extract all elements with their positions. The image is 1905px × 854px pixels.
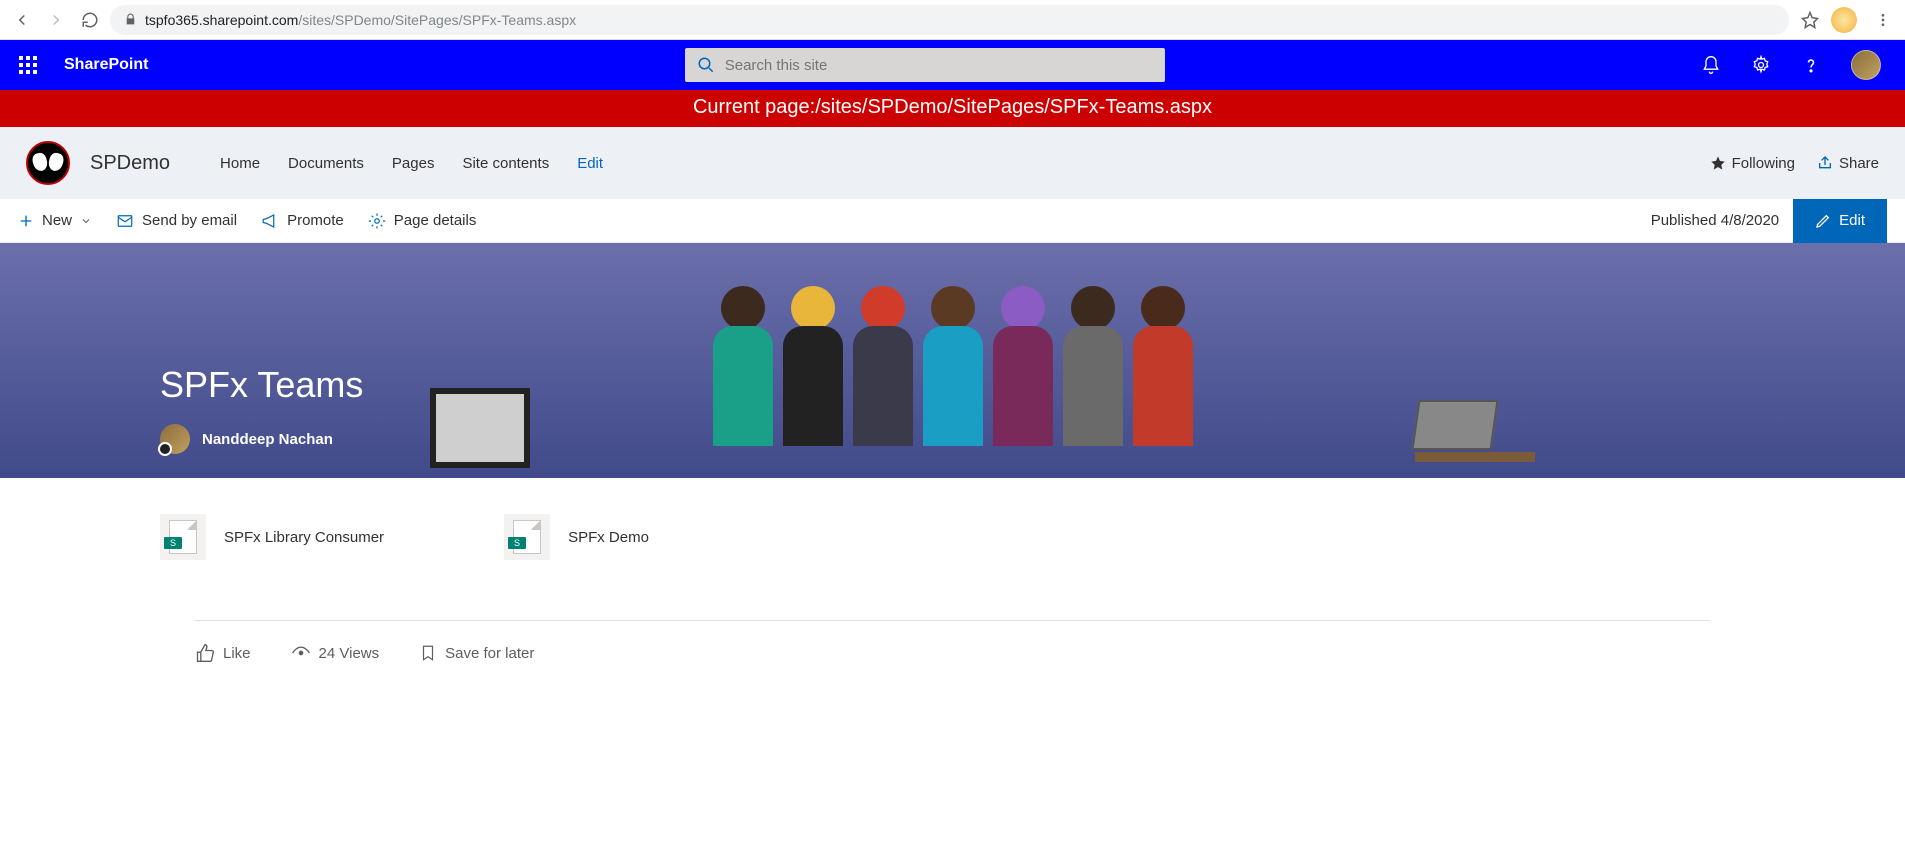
- reload-icon: [81, 11, 99, 29]
- lock-icon: [124, 13, 137, 26]
- follow-button[interactable]: Following: [1710, 155, 1795, 172]
- notifications-button[interactable]: [1701, 55, 1721, 75]
- link-label: SPFx Library Consumer: [224, 529, 384, 546]
- share-icon: [1817, 155, 1833, 171]
- search-input[interactable]: [725, 57, 1153, 74]
- plus-icon: [18, 213, 34, 229]
- edit-button[interactable]: Edit: [1793, 199, 1887, 243]
- quick-link-2[interactable]: S SPFx Demo: [504, 514, 649, 560]
- link-thumbnail: S: [504, 514, 550, 560]
- social-bar: Like 24 Views Save for later: [0, 621, 1905, 685]
- save-for-later-button[interactable]: Save for later: [419, 644, 534, 662]
- author-avatar: [160, 424, 190, 454]
- browser-menu[interactable]: [1869, 12, 1897, 28]
- site-name[interactable]: SPDemo: [90, 152, 170, 175]
- settings-button[interactable]: [1751, 55, 1771, 75]
- like-icon: [195, 643, 215, 663]
- current-page-banner: Current page:/sites/SPDemo/SitePages/SPF…: [0, 90, 1905, 127]
- url-text: tspfo365.sharepoint.com/sites/SPDemo/Sit…: [145, 12, 576, 28]
- like-button[interactable]: Like: [195, 643, 251, 663]
- hero-art-frame: [430, 388, 530, 468]
- send-email-button[interactable]: Send by email: [116, 212, 237, 230]
- suite-bar: SharePoint: [0, 40, 1905, 90]
- page-title: SPFx Teams: [160, 364, 363, 406]
- more-vertical-icon: [1875, 12, 1891, 28]
- nav-edit[interactable]: Edit: [577, 155, 603, 172]
- page-details-button[interactable]: Page details: [368, 212, 477, 230]
- published-date: Published 4/8/2020: [1651, 212, 1779, 229]
- promote-button[interactable]: Promote: [261, 212, 344, 230]
- link-thumbnail: S: [160, 514, 206, 560]
- link-label: SPFx Demo: [568, 529, 649, 546]
- gear-icon: [1751, 55, 1771, 75]
- hero-art-people: [708, 278, 1198, 478]
- help-button[interactable]: [1801, 55, 1821, 75]
- help-icon: [1801, 55, 1821, 75]
- mail-icon: [116, 212, 134, 230]
- share-button[interactable]: Share: [1817, 155, 1879, 172]
- search-box[interactable]: [685, 48, 1165, 82]
- star-icon: [1801, 11, 1819, 29]
- browser-toolbar: tspfo365.sharepoint.com/sites/SPDemo/Sit…: [0, 0, 1905, 40]
- bookmark-button[interactable]: [1801, 11, 1819, 29]
- hero-art-laptop: [1415, 400, 1535, 470]
- pencil-icon: [1815, 213, 1831, 229]
- site-header: SPDemo Home Documents Pages Site content…: [0, 127, 1905, 199]
- search-icon: [697, 56, 715, 74]
- user-avatar[interactable]: [1851, 50, 1881, 80]
- reload-button[interactable]: [76, 6, 104, 34]
- nav-home[interactable]: Home: [220, 155, 260, 172]
- back-button[interactable]: [8, 6, 36, 34]
- site-logo[interactable]: [26, 141, 70, 185]
- eye-icon: [291, 643, 311, 663]
- star-filled-icon: [1710, 155, 1726, 171]
- views-count: 24 Views: [291, 643, 380, 663]
- hero-banner: SPFx Teams Nanddeep Nachan: [0, 243, 1905, 478]
- new-button[interactable]: New: [18, 212, 92, 229]
- arrow-right-icon: [47, 11, 65, 29]
- arrow-left-icon: [13, 11, 31, 29]
- megaphone-icon: [261, 212, 279, 230]
- app-launcher[interactable]: [12, 49, 44, 81]
- site-nav: Home Documents Pages Site contents Edit: [220, 155, 603, 172]
- author-name: Nanddeep Nachan: [202, 431, 333, 448]
- page-author[interactable]: Nanddeep Nachan: [160, 424, 333, 454]
- nav-pages[interactable]: Pages: [392, 155, 435, 172]
- command-bar: New Send by email Promote Page details P…: [0, 199, 1905, 243]
- address-bar[interactable]: tspfo365.sharepoint.com/sites/SPDemo/Sit…: [110, 5, 1789, 35]
- chevron-down-icon: [80, 215, 92, 227]
- nav-documents[interactable]: Documents: [288, 155, 364, 172]
- gear-icon: [368, 212, 386, 230]
- quick-link-1[interactable]: S SPFx Library Consumer: [160, 514, 384, 560]
- forward-button: [42, 6, 70, 34]
- bell-icon: [1701, 55, 1721, 75]
- brand-label[interactable]: SharePoint: [64, 56, 148, 74]
- nav-site-contents[interactable]: Site contents: [462, 155, 549, 172]
- browser-profile[interactable]: [1831, 7, 1857, 33]
- quick-links: S SPFx Library Consumer S SPFx Demo: [0, 478, 1905, 580]
- bookmark-icon: [419, 644, 437, 662]
